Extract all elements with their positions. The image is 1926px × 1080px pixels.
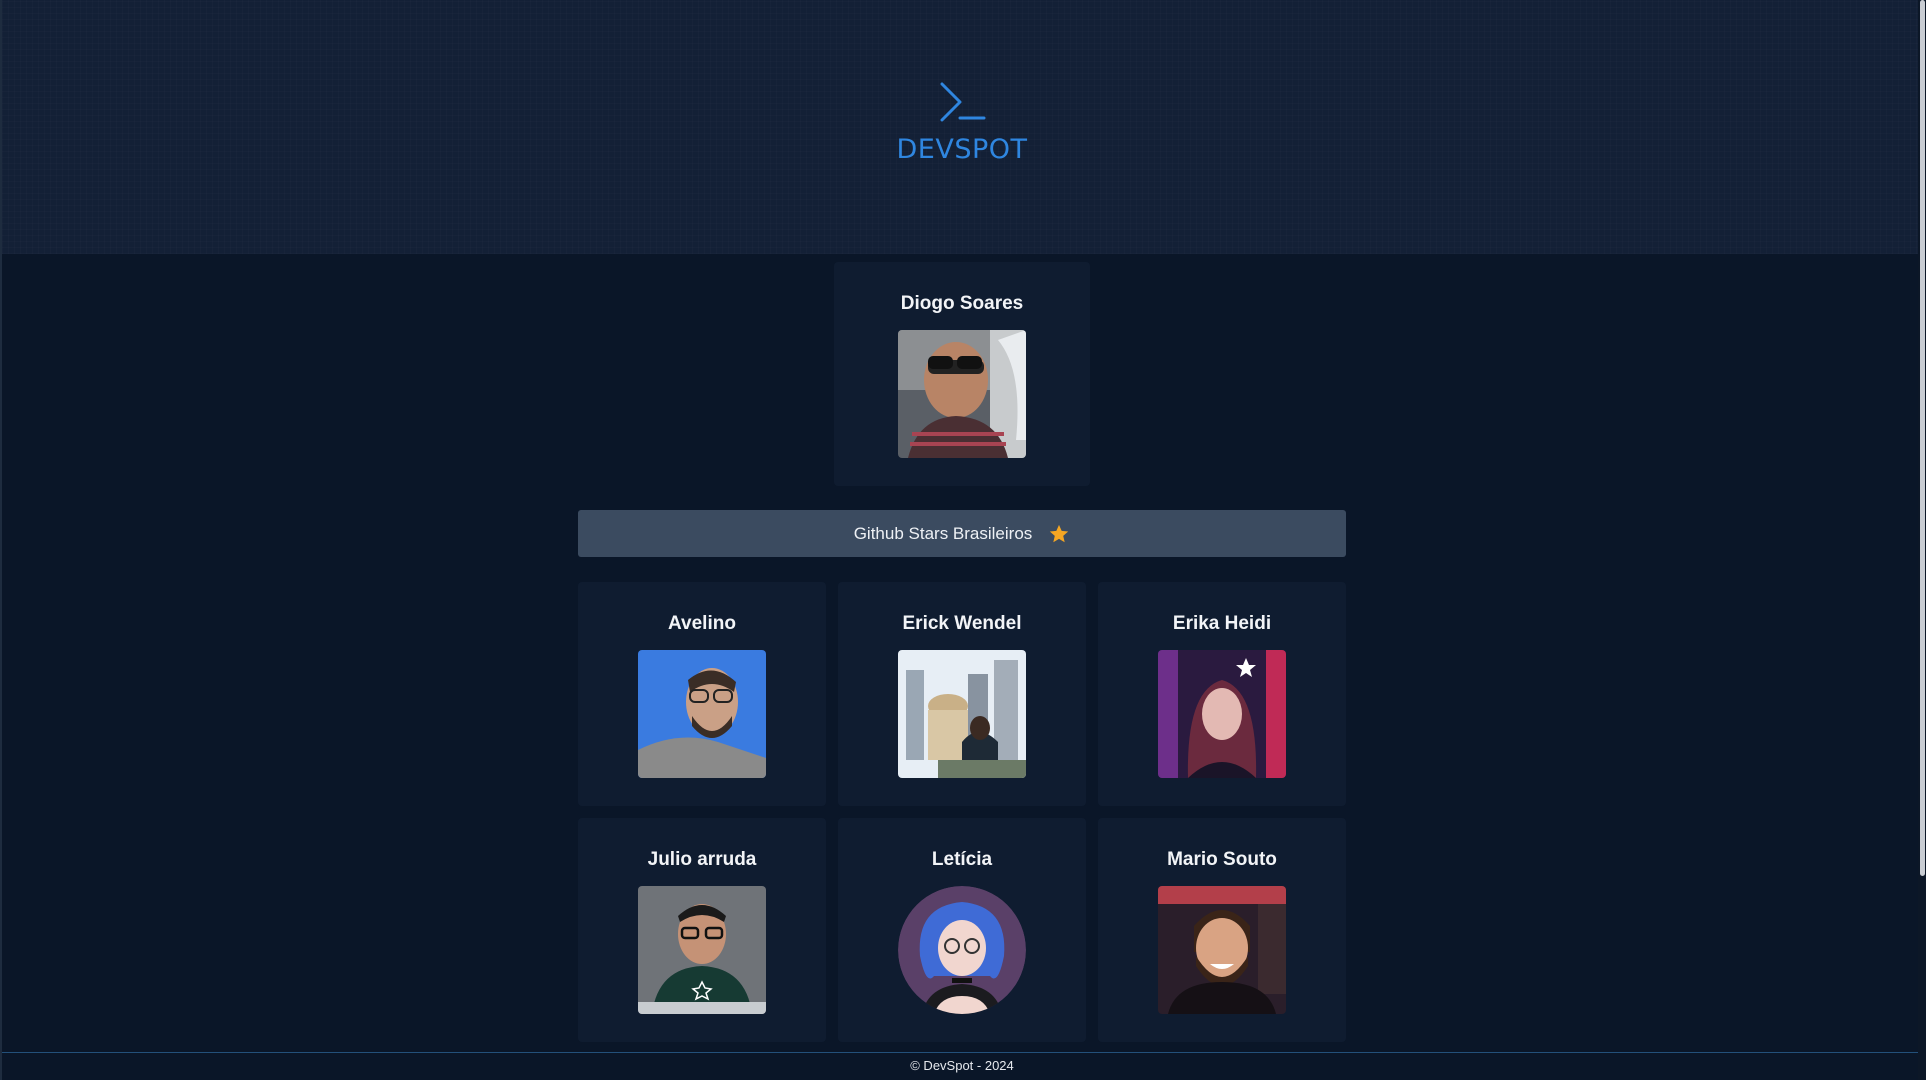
page: DEVSPOT Diogo Soares Github Stars Brasil…	[0, 0, 1926, 1080]
profile-name: Letícia	[931, 849, 993, 870]
profile-name: Erick Wendel	[902, 613, 1022, 634]
profile-name: Diogo Soares	[900, 293, 1024, 314]
scrollbar-thumb[interactable]	[1920, 0, 1925, 876]
site-footer: © DevSpot - 2024	[2, 1052, 1922, 1080]
profile-card[interactable]: Erick Wendel	[838, 582, 1086, 806]
copyright-text: © DevSpot - 2024	[910, 1058, 1014, 1073]
profile-name: Erika Heidi	[1172, 613, 1272, 634]
avatar	[898, 886, 1026, 1014]
terminal-prompt-icon[interactable]	[938, 82, 988, 122]
avatar	[898, 330, 1026, 458]
section-title: Github Stars Brasileiros	[853, 523, 1033, 543]
profile-card[interactable]: Julio arruda	[578, 818, 826, 1042]
profile-card[interactable]: Erika Heidi	[1098, 582, 1346, 806]
star-icon	[1050, 524, 1069, 542]
avatar	[638, 650, 766, 778]
avatar	[1158, 650, 1286, 778]
profile-card[interactable]: Avelino	[578, 582, 826, 806]
profile-name: Mario Souto	[1167, 849, 1277, 870]
profile-name: Julio arruda	[647, 849, 757, 870]
profile-name: Avelino	[668, 613, 736, 634]
profile-card[interactable]: Mario Souto	[1098, 818, 1346, 1042]
brand-name[interactable]: DEVSPOT	[2, 134, 1922, 165]
avatar	[898, 650, 1026, 778]
site-header: DEVSPOT	[2, 0, 1922, 254]
profile-card-featured[interactable]: Diogo Soares	[834, 262, 1090, 486]
profile-card[interactable]: Letícia	[838, 818, 1086, 1042]
avatar	[1158, 886, 1286, 1014]
github-stars-banner[interactable]: Github Stars Brasileiros	[578, 510, 1346, 557]
avatar	[638, 886, 766, 1014]
